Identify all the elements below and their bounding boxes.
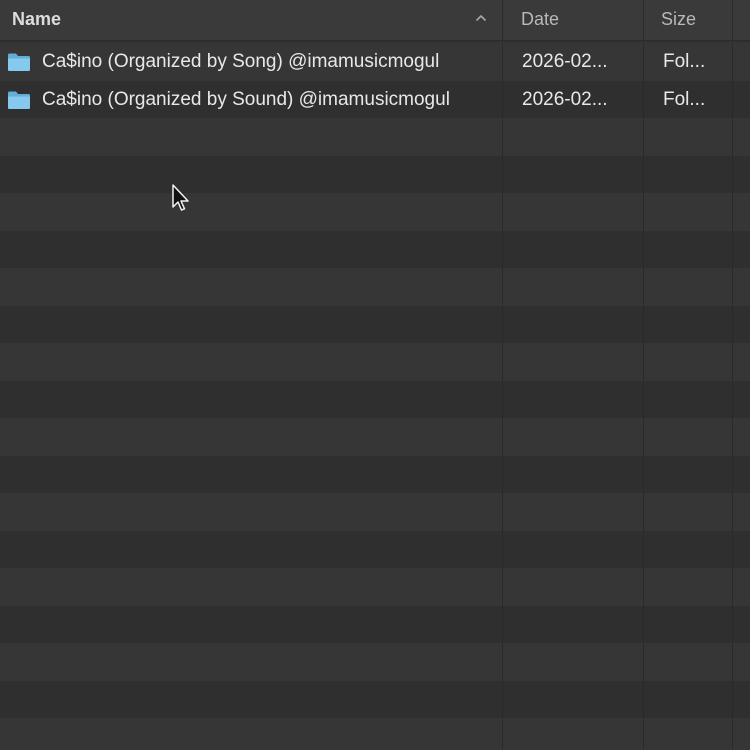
- file-browser: Name Date Size Ca$ino (Organized by Song…: [0, 0, 750, 750]
- empty-size-cell: [643, 605, 732, 643]
- empty-extra-cell: [732, 718, 750, 750]
- empty-row: [0, 418, 750, 456]
- column-header-bar: Name Date Size: [0, 0, 750, 41]
- file-extra-cell: [732, 80, 750, 118]
- empty-row: [0, 605, 750, 643]
- empty-extra-cell: [732, 605, 750, 643]
- empty-date-cell: [502, 493, 643, 531]
- empty-row: [0, 343, 750, 381]
- empty-extra-cell: [732, 380, 750, 418]
- empty-extra-cell: [732, 193, 750, 231]
- empty-row: [0, 680, 750, 718]
- empty-size-cell: [643, 230, 732, 268]
- empty-date-cell: [502, 605, 643, 643]
- empty-row: [0, 268, 750, 306]
- empty-date-cell: [502, 530, 643, 568]
- empty-extra-cell: [732, 680, 750, 718]
- empty-extra-cell: [732, 493, 750, 531]
- empty-row: [0, 530, 750, 568]
- empty-size-cell: [643, 455, 732, 493]
- empty-date-cell: [502, 155, 643, 193]
- empty-size-cell: [643, 530, 732, 568]
- chevron-up-icon[interactable]: [474, 11, 488, 25]
- column-header-size[interactable]: Size: [643, 0, 732, 40]
- empty-extra-cell: [732, 305, 750, 343]
- column-header-date-label: Date: [521, 9, 560, 29]
- column-header-extra: [732, 0, 750, 40]
- empty-extra-cell: [732, 568, 750, 606]
- empty-size-cell: [643, 343, 732, 381]
- empty-date-cell: [502, 418, 643, 456]
- file-list: Ca$ino (Organized by Song) @imamusicmogu…: [0, 43, 750, 750]
- empty-size-cell: [643, 680, 732, 718]
- empty-extra-cell: [732, 155, 750, 193]
- column-header-name-label: Name: [12, 9, 62, 29]
- empty-date-cell: [502, 680, 643, 718]
- empty-date-cell: [502, 380, 643, 418]
- empty-extra-cell: [732, 643, 750, 681]
- empty-size-cell: [643, 568, 732, 606]
- empty-size-cell: [643, 718, 732, 750]
- empty-row: [0, 155, 750, 193]
- empty-row: [0, 118, 750, 156]
- empty-size-cell: [643, 305, 732, 343]
- folder-icon: [8, 91, 30, 109]
- mouse-cursor-icon: [172, 184, 189, 211]
- empty-size-cell: [643, 155, 732, 193]
- empty-date-cell: [502, 455, 643, 493]
- folder-icon: [8, 53, 30, 71]
- empty-size-cell: [643, 118, 732, 156]
- empty-row: [0, 568, 750, 606]
- empty-size-cell: [643, 268, 732, 306]
- file-extra-cell: [732, 43, 750, 81]
- empty-row: [0, 493, 750, 531]
- file-name: Ca$ino (Organized by Song) @imamusicmogu…: [42, 51, 440, 72]
- empty-extra-cell: [732, 118, 750, 156]
- empty-size-cell: [643, 380, 732, 418]
- file-name: Ca$ino (Organized by Sound) @imamusicmog…: [42, 88, 450, 110]
- empty-date-cell: [502, 568, 643, 606]
- empty-date-cell: [502, 230, 643, 268]
- empty-extra-cell: [732, 230, 750, 268]
- empty-size-cell: [643, 193, 732, 231]
- empty-date-cell: [502, 343, 643, 381]
- empty-extra-cell: [732, 268, 750, 306]
- empty-date-cell: [502, 268, 643, 306]
- column-header-name[interactable]: Name: [0, 0, 502, 40]
- empty-row: [0, 643, 750, 681]
- empty-row: [0, 193, 750, 231]
- column-header-date[interactable]: Date: [502, 0, 643, 40]
- file-row[interactable]: Ca$ino (Organized by Sound) @imamusicmog…: [0, 80, 750, 118]
- empty-row: [0, 305, 750, 343]
- column-header-size-label: Size: [661, 9, 697, 29]
- empty-extra-cell: [732, 530, 750, 568]
- empty-row: [0, 718, 750, 750]
- empty-row: [0, 455, 750, 493]
- empty-date-cell: [502, 118, 643, 156]
- file-size: Fol...: [643, 80, 732, 118]
- file-date: 2026-02...: [502, 80, 643, 118]
- empty-size-cell: [643, 418, 732, 456]
- empty-extra-cell: [732, 418, 750, 456]
- empty-date-cell: [502, 718, 643, 750]
- empty-extra-cell: [732, 455, 750, 493]
- empty-row: [0, 380, 750, 418]
- empty-row: [0, 230, 750, 268]
- empty-extra-cell: [732, 343, 750, 381]
- empty-date-cell: [502, 193, 643, 231]
- file-date: 2026-02...: [502, 43, 643, 81]
- file-row[interactable]: Ca$ino (Organized by Song) @imamusicmogu…: [0, 43, 750, 81]
- empty-size-cell: [643, 643, 732, 681]
- empty-date-cell: [502, 643, 643, 681]
- empty-size-cell: [643, 493, 732, 531]
- empty-date-cell: [502, 305, 643, 343]
- file-size: Fol...: [643, 43, 732, 81]
